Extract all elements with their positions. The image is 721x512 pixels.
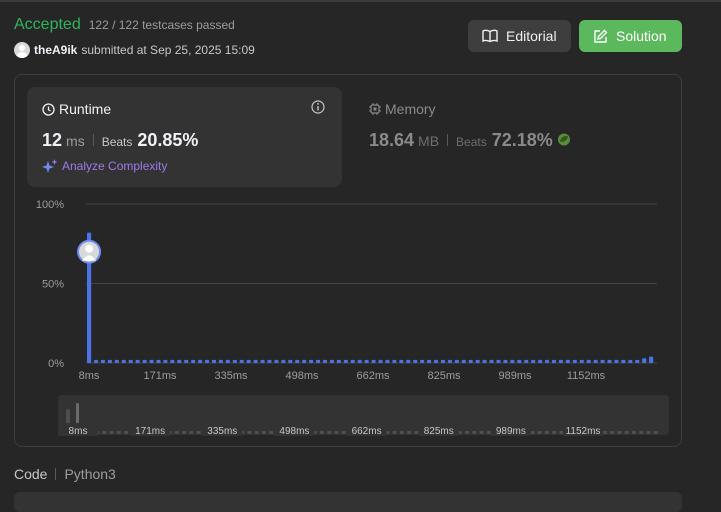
leaf-badge-icon (557, 133, 570, 146)
code-separator (55, 468, 57, 480)
runtime-title: Runtime (42, 101, 111, 117)
runtime-label: Runtime (59, 101, 112, 117)
code-editor (14, 492, 682, 512)
memory-tab[interactable]: Memory (369, 101, 436, 117)
accepted-label: Accepted (14, 16, 81, 33)
memory-separator (447, 134, 449, 146)
submission-status: Accepted 122 / 122 testcases passed (14, 16, 235, 34)
testcases-count: 122 / 122 testcases passed (88, 18, 235, 32)
code-label: Code (14, 466, 48, 482)
memory-value: 18.64 (369, 130, 415, 150)
runtime-beats-value: 20.85% (137, 130, 199, 150)
analyze-complexity-link[interactable]: Analyze Complexity (42, 159, 167, 173)
top-divider (0, 0, 721, 2)
sparkle-icon (42, 159, 58, 173)
avatar[interactable] (14, 42, 30, 58)
runtime-unit: ms (66, 133, 85, 149)
editorial-label: Editorial (506, 28, 557, 44)
memory-metric: 18.64 MB Beats 72.18% (369, 130, 572, 151)
memory-label: Memory (385, 101, 436, 117)
info-icon[interactable] (311, 100, 325, 114)
memory-unit: MB (418, 133, 440, 149)
edit-icon (594, 29, 608, 43)
editorial-button[interactable]: Editorial (468, 20, 571, 52)
solution-label: Solution (616, 28, 667, 44)
clock-icon (42, 102, 55, 116)
solution-button[interactable]: Solution (579, 20, 682, 52)
book-icon (482, 29, 498, 43)
username-link[interactable]: theA9ik (34, 43, 77, 57)
language-label: Python3 (64, 466, 116, 482)
chip-icon (369, 103, 381, 115)
analyze-complexity-label: Analyze Complexity (62, 159, 168, 173)
memory-beats-value: 72.18% (491, 130, 553, 150)
memory-beats-label: Beats (456, 135, 487, 149)
runtime-beats-label: Beats (101, 135, 133, 149)
submitted-at-text: submitted at Sep 25, 2025 15:09 (81, 43, 255, 57)
submission-info: theA9ik submitted at Sep 25, 2025 15:09 (14, 42, 255, 58)
runtime-metric: 12 ms Beats 20.85% (42, 130, 198, 151)
code-header: Code Python3 (14, 466, 116, 482)
runtime-value: 12 (42, 130, 63, 150)
runtime-separator (92, 134, 94, 146)
